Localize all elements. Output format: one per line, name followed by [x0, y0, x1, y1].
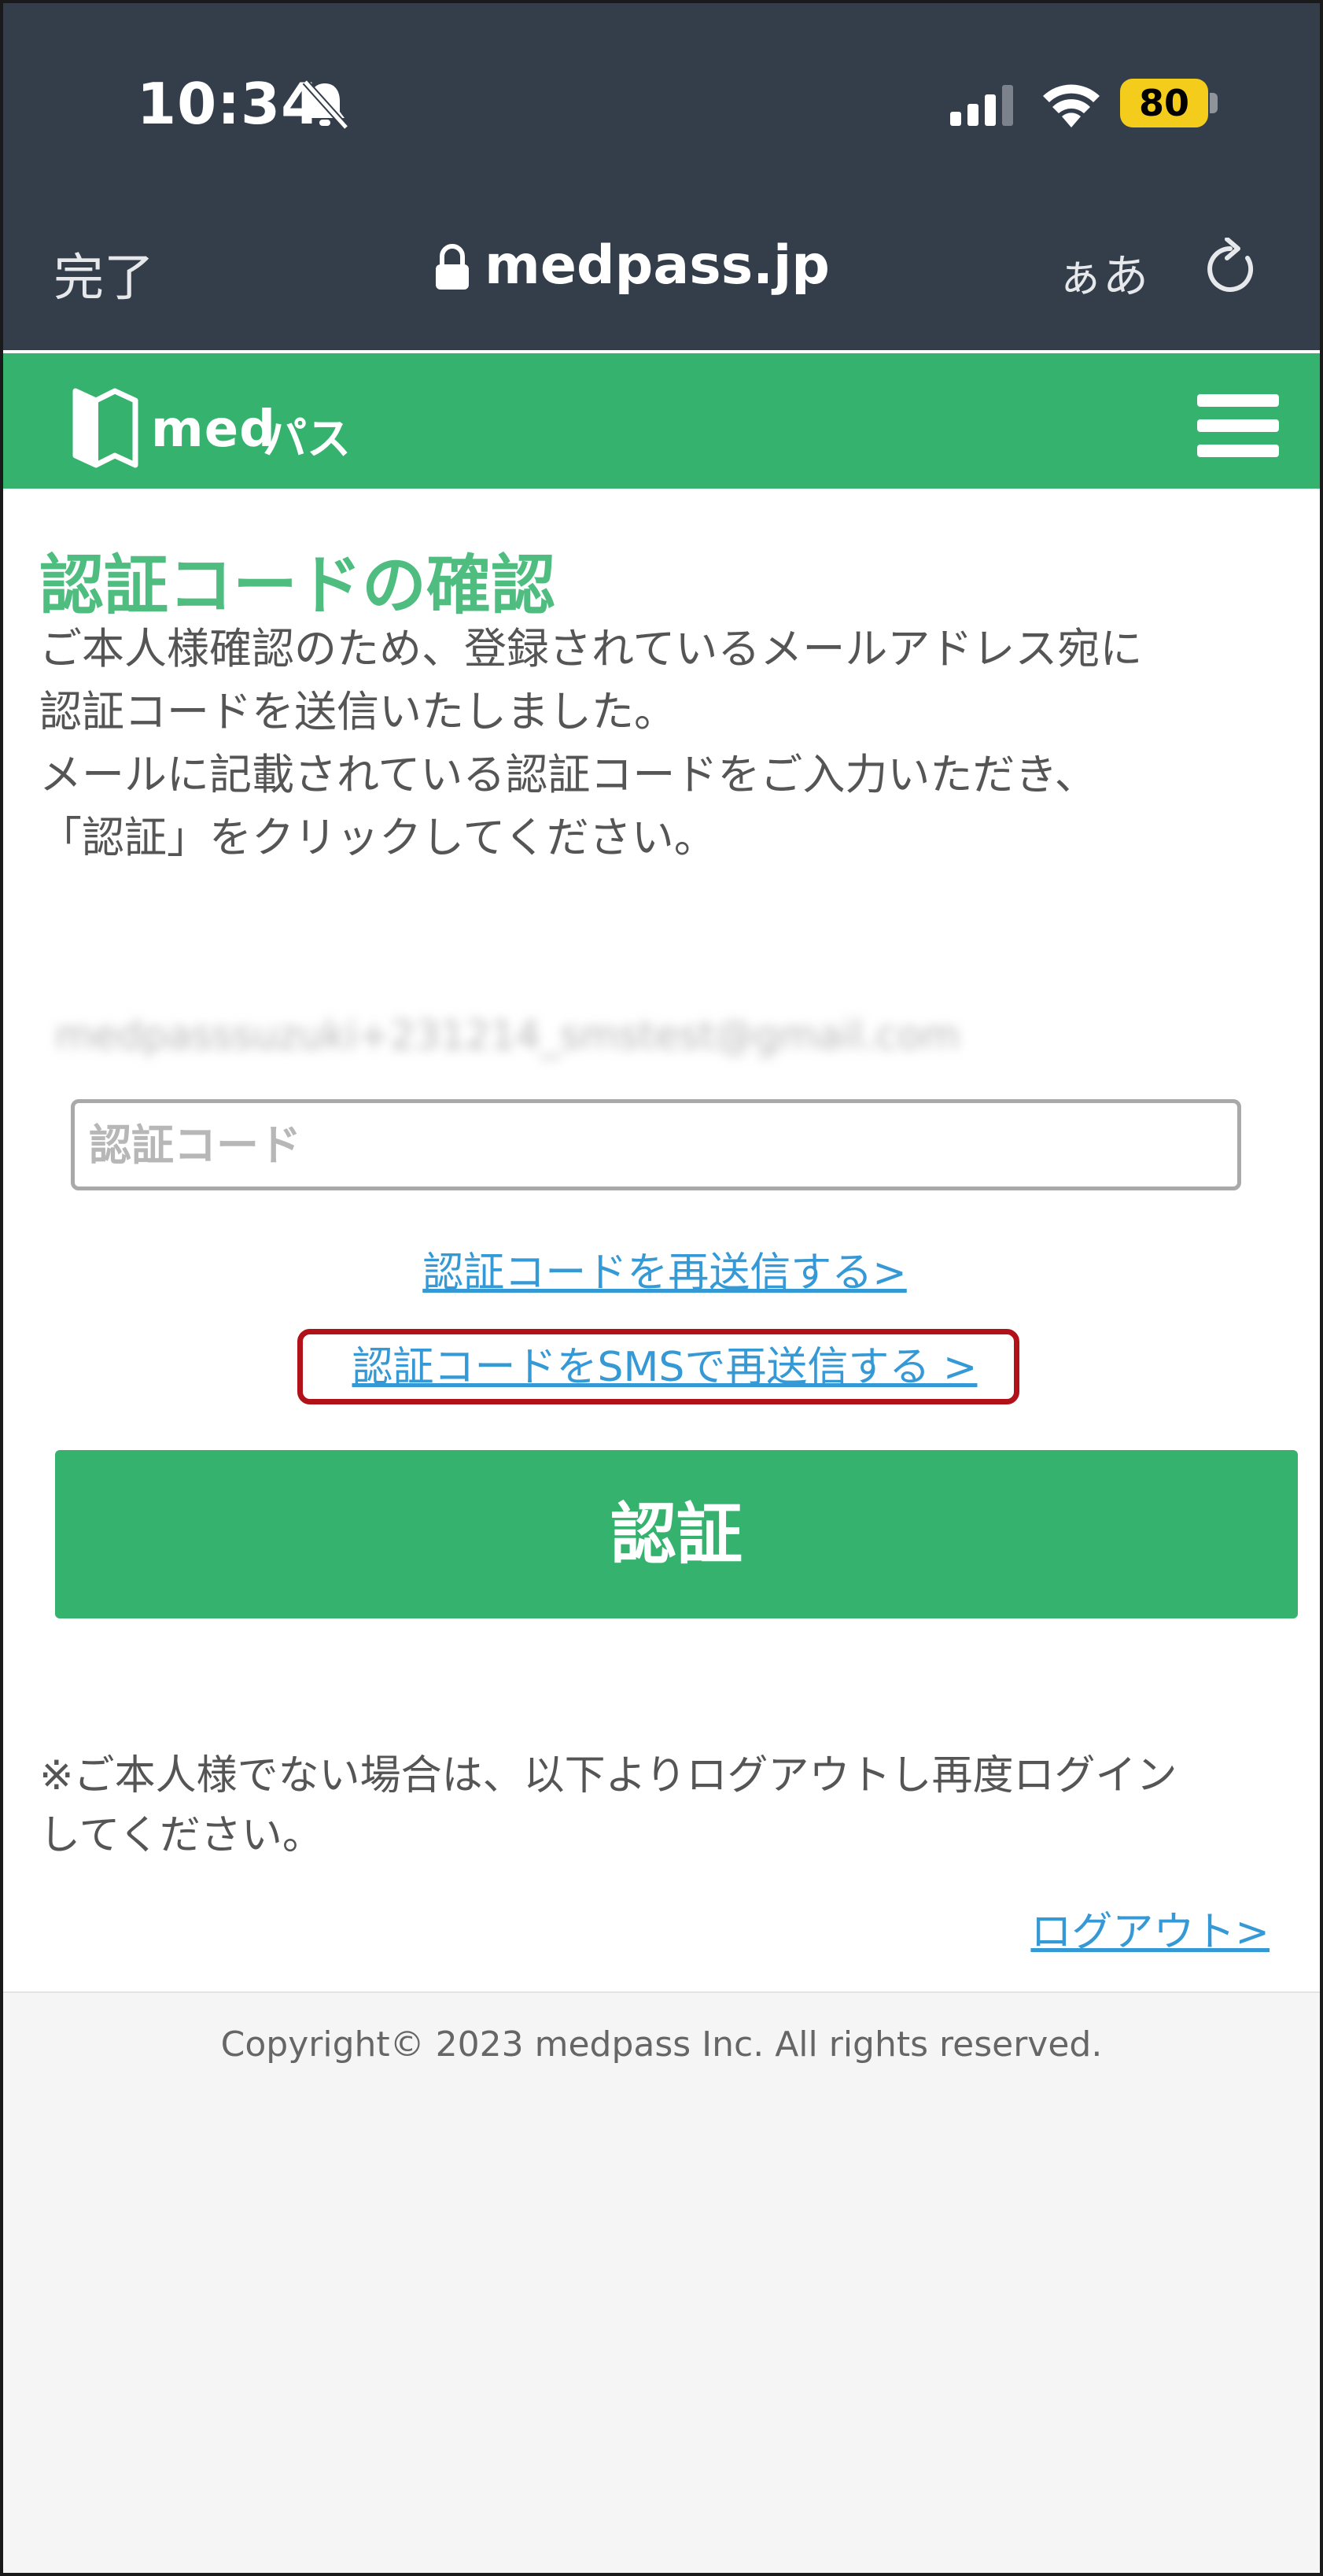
battery-tip — [1210, 93, 1218, 113]
battery-indicator: 80 — [1120, 79, 1208, 127]
text-size-button[interactable]: ぁあ — [1057, 239, 1148, 305]
intro-line: 「認証」をクリックしてください。 — [39, 813, 717, 862]
intro-line: メールに記載されている認証コードをご入力いただき、 — [39, 750, 1097, 799]
signal-icon — [950, 85, 1013, 126]
logout-notice: ※ご本人様でない場合は、以下よりログアウトし再度ログイン してください。 — [39, 1746, 1298, 1866]
browser-chrome: 10:34 80 完了 medpass.jp ぁあ — [3, 3, 1320, 350]
resend-code-link[interactable]: 認証コードを再送信する> — [3, 1239, 1320, 1298]
phone-screen: 10:34 80 完了 medpass.jp ぁあ med パス 認証コードの確… — [0, 0, 1323, 2576]
footer: Copyright© 2023 medpass Inc. All rights … — [3, 1991, 1320, 2573]
verification-code-input[interactable] — [71, 1099, 1241, 1190]
wifi-icon — [1043, 84, 1100, 127]
resend-sms-link[interactable]: 認証コードをSMSで再送信する > — [3, 1334, 1320, 1393]
logo-kana: パス — [263, 414, 351, 465]
logo-text: med — [151, 400, 276, 459]
email-address: medpasssuzuki+231214_smstest@gmail.com — [55, 1013, 960, 1058]
logout-link[interactable]: ログアウト> — [1030, 1899, 1270, 1958]
notice-line: してください。 — [39, 1812, 323, 1859]
hamburger-menu-icon[interactable] — [1197, 391, 1279, 460]
notice-line: ※ご本人様でない場合は、以下よりログアウトし再度ログイン — [39, 1752, 1177, 1799]
site-header: med パス — [3, 350, 1320, 489]
intro-line: 認証コードを送信いたしました。 — [39, 687, 676, 736]
reload-icon[interactable] — [1207, 238, 1262, 297]
done-button[interactable]: 完了 — [53, 238, 154, 310]
status-time: 10:34 — [137, 71, 322, 137]
url-bar[interactable]: medpass.jp — [485, 234, 830, 297]
verify-button[interactable]: 認証 — [55, 1450, 1298, 1618]
intro-text: ご本人様確認のため、登録されているメールアドレス宛に 認証コードを送信いたしまし… — [39, 618, 1298, 869]
page-title: 認証コードの確認 — [39, 548, 556, 623]
lock-icon — [436, 244, 469, 290]
bell-slash-icon — [302, 79, 349, 131]
medpass-logo-icon[interactable] — [72, 385, 138, 471]
intro-line: ご本人様確認のため、登録されているメールアドレス宛に — [39, 624, 1143, 674]
main-content: 認証コードの確認 ご本人様確認のため、登録されているメールアドレス宛に 認証コー… — [3, 489, 1320, 1991]
copyright-text: Copyright© 2023 medpass Inc. All rights … — [220, 2024, 1103, 2065]
